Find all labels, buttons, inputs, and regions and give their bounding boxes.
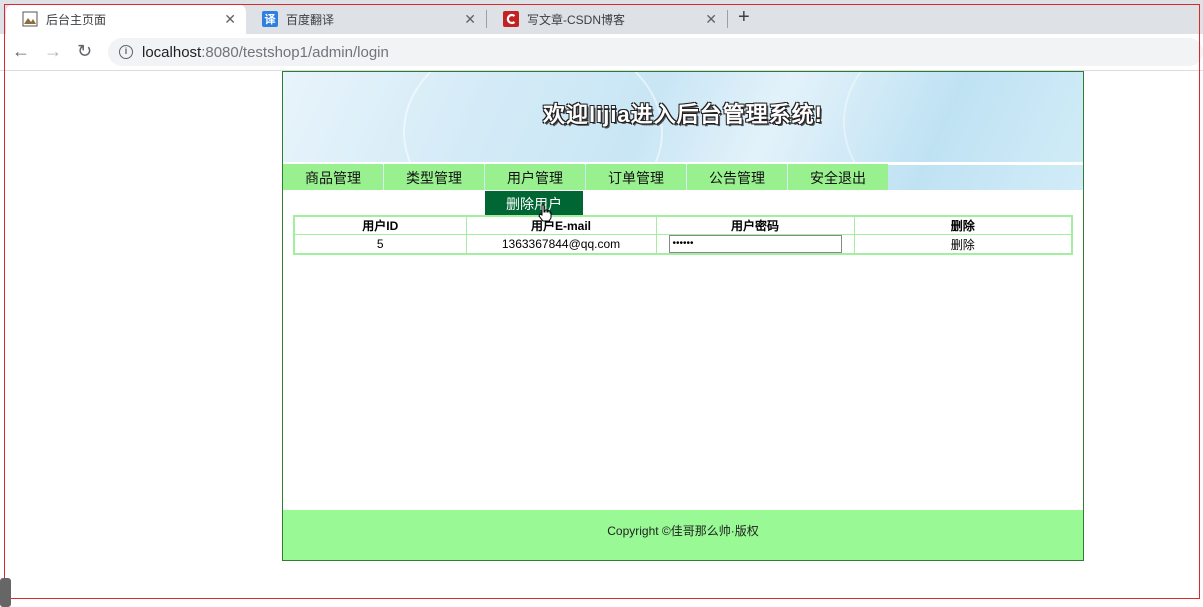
- hand-cursor-icon: [538, 204, 552, 222]
- side-handle[interactable]: [0, 578, 11, 607]
- welcome-title: 欢迎lijia进入后台管理系统!: [542, 102, 823, 127]
- main-menu: 商品管理 类型管理 用户管理 订单管理 公告管理 安全退出: [283, 164, 889, 191]
- menu-item-announcements[interactable]: 公告管理: [687, 164, 787, 190]
- menu-item-categories[interactable]: 类型管理: [384, 164, 484, 190]
- admin-page: 欢迎lijia进入后台管理系统! 商品管理 类型管理 用户管理 订单管理 公告管…: [282, 71, 1084, 561]
- footer: Copyright ©佳哥那么帅·版权: [283, 510, 1083, 560]
- menu-item-users[interactable]: 用户管理: [485, 164, 585, 190]
- delete-link[interactable]: 删除: [853, 234, 1073, 255]
- menu-item-products[interactable]: 商品管理: [283, 164, 383, 190]
- cell-user-password: ••••••: [655, 234, 855, 255]
- table-header-row: 用户ID 用户E-mail 用户密码 删除: [293, 215, 1073, 235]
- column-header-email: 用户E-mail: [465, 215, 657, 235]
- menu-item-logout[interactable]: 安全退出: [788, 164, 888, 190]
- copyright-text: Copyright ©佳哥那么帅·版权: [607, 524, 759, 538]
- cell-user-email: 1363367844@qq.com: [465, 234, 657, 255]
- column-header-delete: 删除: [853, 215, 1073, 235]
- column-header-password: 用户密码: [655, 215, 855, 235]
- password-field[interactable]: ••••••: [668, 235, 842, 253]
- menu-item-orders[interactable]: 订单管理: [586, 164, 686, 190]
- column-header-id: 用户ID: [293, 215, 467, 235]
- users-table: 用户ID 用户E-mail 用户密码 删除 5 1363367844@qq.co…: [293, 215, 1073, 255]
- table-row: 5 1363367844@qq.com •••••• 删除: [293, 234, 1073, 255]
- cell-user-id: 5: [293, 234, 467, 255]
- dropdown-item-delete-user[interactable]: 删除用户: [485, 191, 583, 217]
